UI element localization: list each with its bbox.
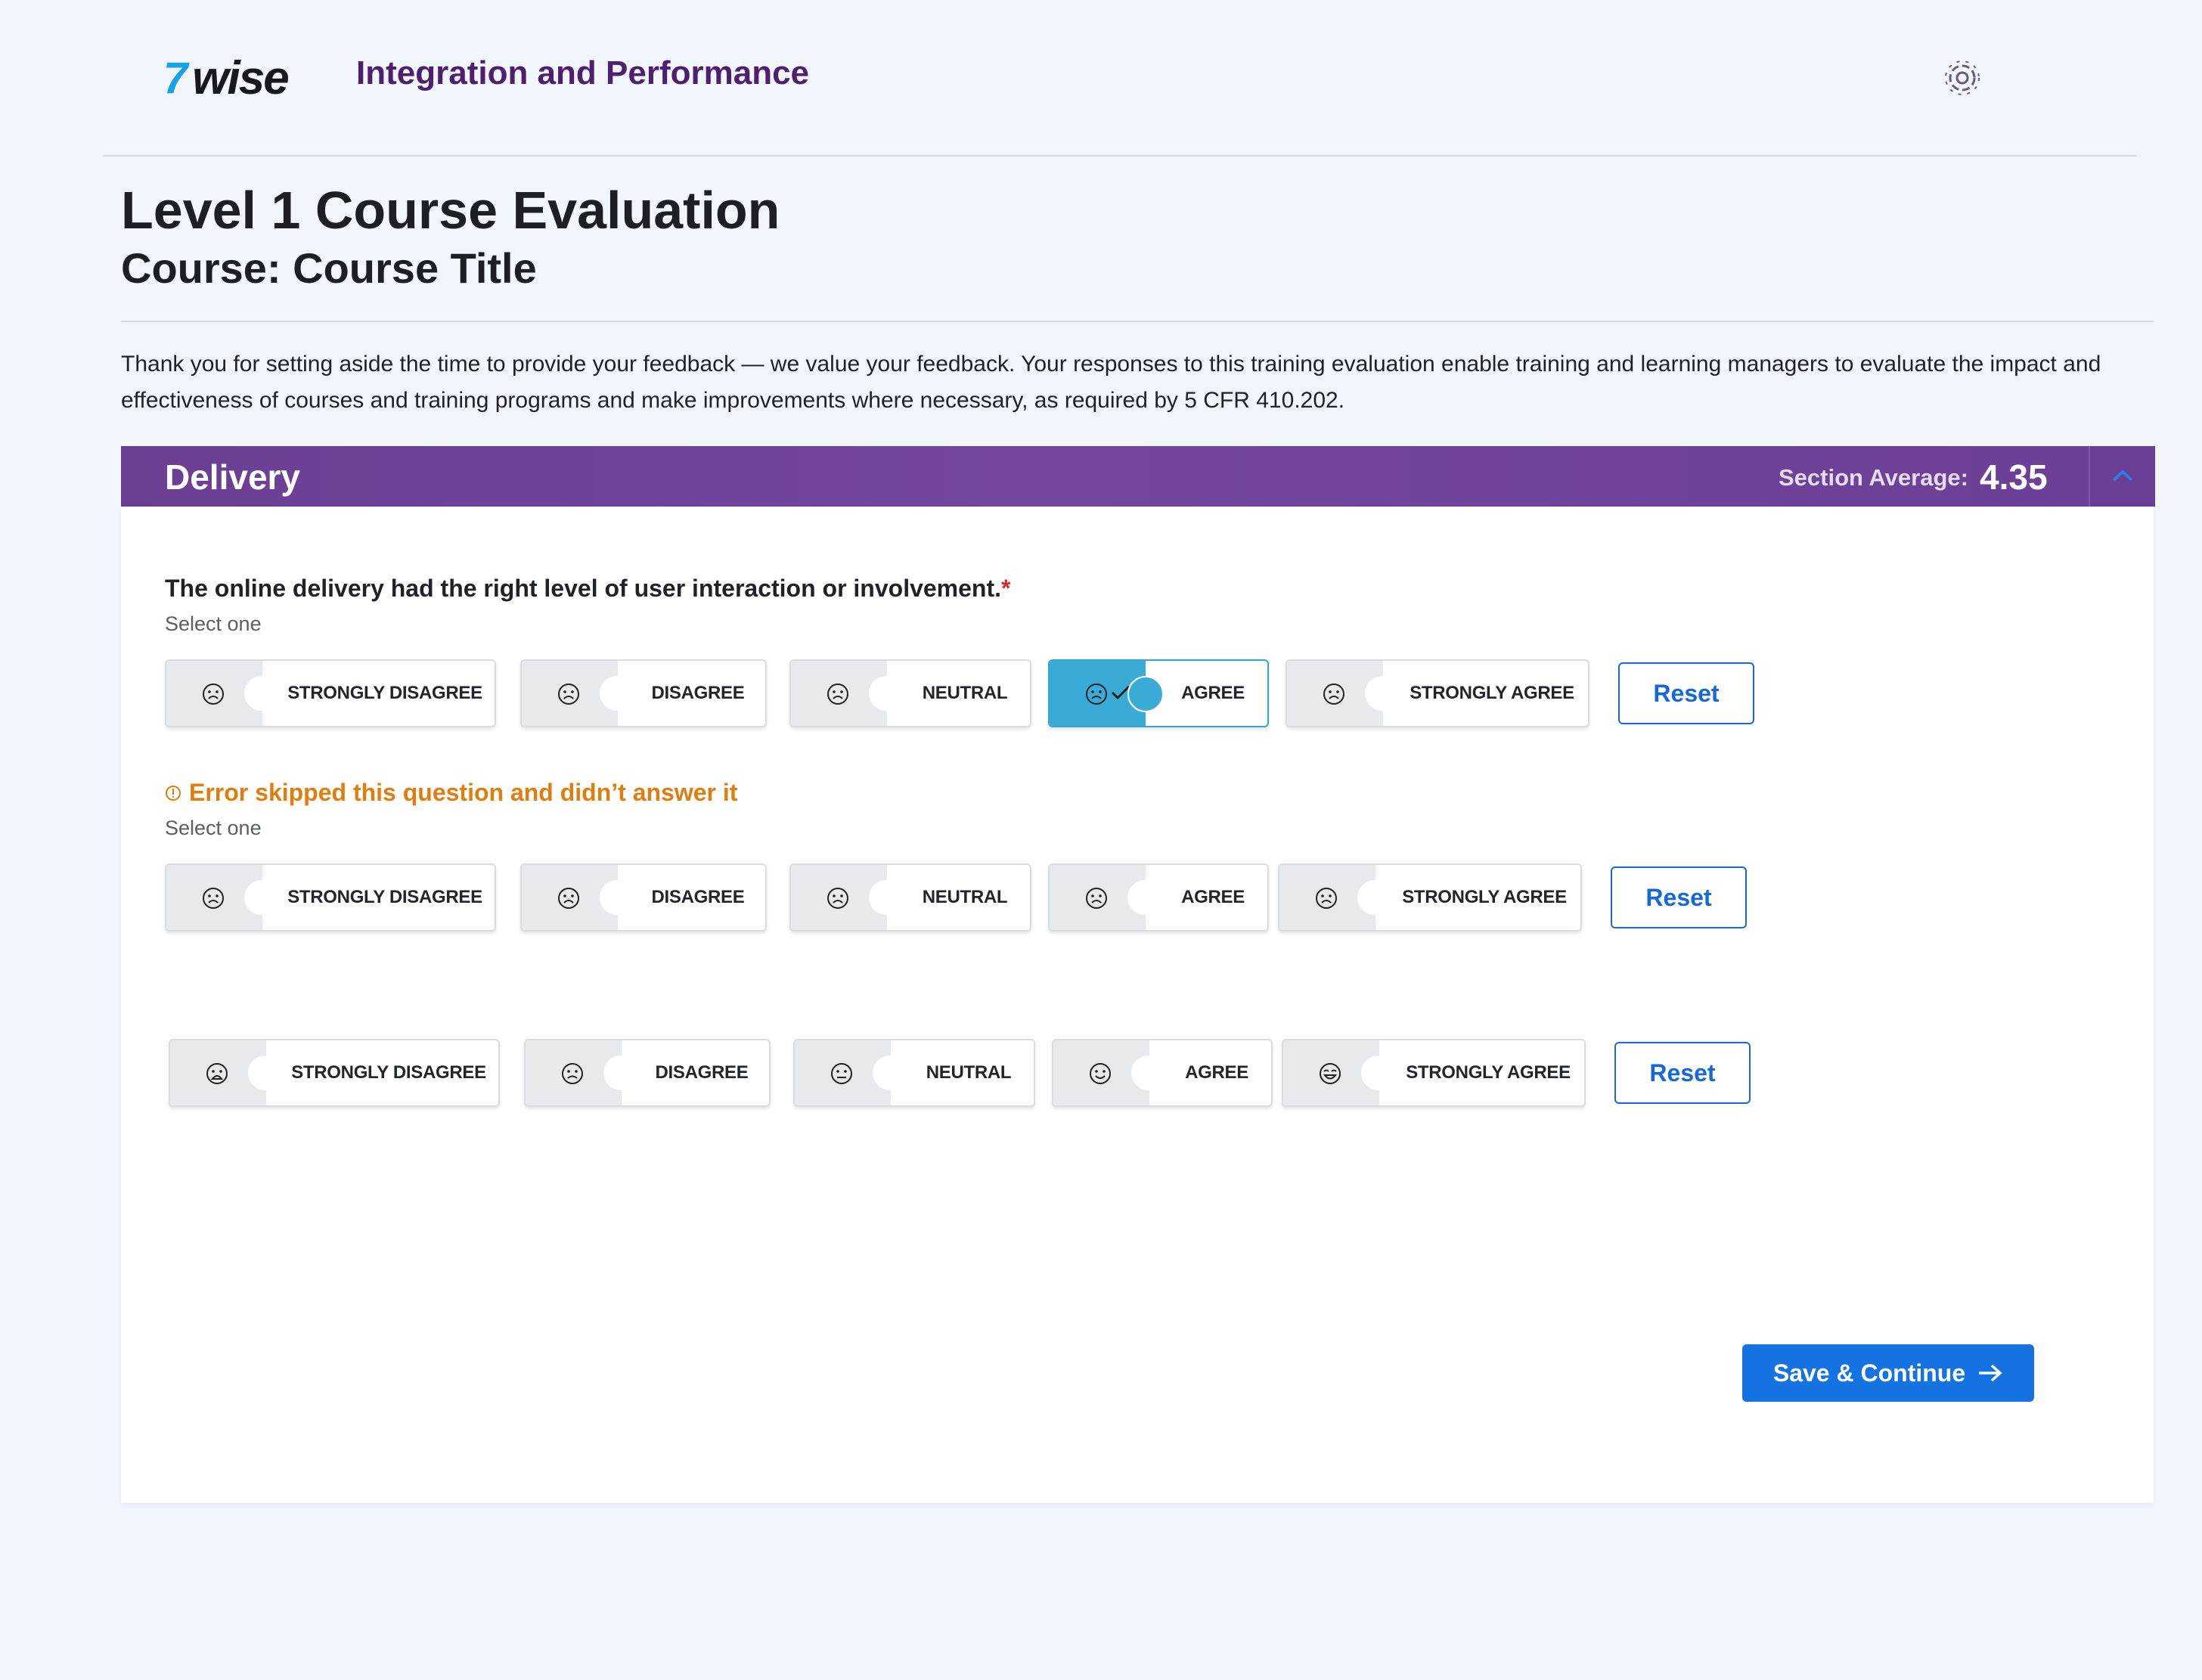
q3-option-disagree[interactable]: DISAGREE: [524, 1039, 771, 1107]
warning-circle-icon: [166, 785, 181, 801]
q3-option-agree[interactable]: AGREE: [1052, 1039, 1273, 1107]
q2-option-strongly-agree[interactable]: STRONGLY AGREE: [1278, 863, 1582, 931]
smile-face-icon: [1090, 1063, 1111, 1084]
happy-face-icon: [1320, 1063, 1341, 1084]
q3-option-strongly-agree[interactable]: STRONGLY AGREE: [1282, 1039, 1586, 1107]
question-2-error: Error skipped this question and didn’t a…: [165, 779, 737, 807]
save-label: Save & Continue: [1772, 1359, 1966, 1387]
collapse-section-button[interactable]: [2089, 446, 2155, 507]
question-2-hint: Select one: [165, 817, 262, 839]
q1-option-neutral[interactable]: NEUTRAL: [789, 659, 1031, 727]
section-average-label: Section Average:: [1779, 464, 1968, 491]
question-1-text: The online delivery had the right level …: [165, 575, 1010, 603]
option-label: DISAGREE: [655, 1062, 749, 1083]
radio-knob: [1127, 880, 1162, 915]
q2-option-neutral[interactable]: NEUTRAL: [789, 863, 1031, 931]
q2-option-disagree[interactable]: DISAGREE: [520, 863, 767, 931]
error-message: Error skipped this question and didn’t a…: [189, 779, 738, 806]
q1-reset-button[interactable]: Reset: [1618, 662, 1754, 724]
settings-cog-icon[interactable]: [1943, 59, 1981, 97]
option-label: NEUTRAL: [922, 683, 1008, 703]
chevron-up-icon: [2112, 470, 2133, 482]
option-label: AGREE: [1181, 887, 1245, 907]
title-divider: [121, 321, 2154, 322]
option-label: STRONGLY AGREE: [1402, 887, 1567, 907]
radio-knob: [1361, 1055, 1396, 1090]
q2-option-agree[interactable]: AGREE: [1048, 863, 1269, 931]
logo-word: wise: [192, 51, 289, 104]
option-label: STRONGLY AGREE: [1410, 683, 1574, 703]
radio-knob: [600, 676, 634, 711]
q1-option-strongly-disagree[interactable]: STRONGLY DISAGREE: [165, 659, 496, 727]
q3-option-strongly-disagree[interactable]: STRONGLY DISAGREE: [169, 1039, 500, 1107]
option-label: STRONGLY DISAGREE: [287, 683, 482, 703]
q3-reset-button[interactable]: Reset: [1614, 1042, 1751, 1104]
very-sad-face-icon: [206, 1063, 228, 1084]
section-header: Delivery Section Average: 4.35: [121, 446, 2155, 507]
radio-knob: [869, 676, 904, 711]
sad-face-icon: [558, 888, 579, 909]
option-label: STRONGLY AGREE: [1406, 1062, 1571, 1083]
sad-face-icon: [558, 683, 579, 705]
sad-face-icon: [1086, 888, 1107, 909]
logo-mark: 7: [163, 53, 188, 103]
radio-knob: [869, 880, 904, 915]
option-label: DISAGREE: [651, 683, 745, 703]
q1-option-strongly-agree[interactable]: STRONGLY AGREE: [1286, 659, 1589, 727]
sad-face-icon: [827, 888, 848, 909]
intro-text: Thank you for setting aside the time to …: [121, 352, 2101, 413]
option-label: NEUTRAL: [926, 1062, 1012, 1083]
required-mark: *: [1001, 575, 1011, 602]
radio-knob: [1365, 676, 1400, 711]
top-header: 7 wise Integration and Performance: [103, 38, 2137, 118]
radio-knob: [1131, 1055, 1166, 1090]
radio-knob: [244, 880, 279, 915]
radio-knob-selected: [1127, 676, 1164, 712]
option-label: STRONGLY DISAGREE: [291, 1062, 486, 1083]
option-label: DISAGREE: [651, 887, 745, 907]
question-1-label: The online delivery had the right level …: [165, 575, 1002, 602]
option-label: AGREE: [1185, 1062, 1248, 1083]
arrow-right-icon: [1979, 1364, 2002, 1382]
q2-option-strongly-disagree[interactable]: STRONGLY DISAGREE: [165, 863, 496, 931]
q2-reset-button[interactable]: Reset: [1611, 866, 1747, 928]
sad-face-icon: [1323, 683, 1344, 705]
page-subtitle: Course: Course Title: [121, 244, 537, 292]
question-1-hint: Select one: [165, 612, 262, 635]
section-title: Delivery: [165, 457, 301, 497]
frown-face-icon: [562, 1063, 583, 1084]
section-average-value: 4.35: [1980, 457, 2048, 497]
radio-knob: [244, 676, 279, 711]
sad-face-icon: [203, 888, 224, 909]
option-label: AGREE: [1181, 683, 1245, 703]
radio-knob: [600, 880, 634, 915]
radio-knob: [603, 1055, 638, 1090]
option-label: STRONGLY DISAGREE: [287, 887, 482, 907]
app-title: Integration and Performance: [356, 54, 810, 91]
sad-face-icon: [827, 683, 848, 705]
header-divider: [103, 155, 2137, 157]
page-title: Level 1 Course Evaluation: [121, 181, 780, 240]
neutral-face-icon: [831, 1063, 852, 1084]
radio-knob: [873, 1055, 907, 1090]
radio-knob: [248, 1055, 283, 1090]
save-continue-button[interactable]: Save & Continue: [1742, 1344, 2034, 1402]
sad-face-icon: [1316, 888, 1337, 909]
sad-face-icon: [203, 683, 224, 705]
q1-option-disagree[interactable]: DISAGREE: [520, 659, 767, 727]
wise-logo[interactable]: 7 wise: [163, 51, 290, 104]
q3-option-neutral[interactable]: NEUTRAL: [793, 1039, 1035, 1107]
option-label: NEUTRAL: [922, 887, 1008, 907]
radio-knob: [1357, 880, 1392, 915]
sad-face-icon: [1086, 683, 1107, 705]
q1-option-agree-selected[interactable]: AGREE: [1048, 659, 1269, 727]
